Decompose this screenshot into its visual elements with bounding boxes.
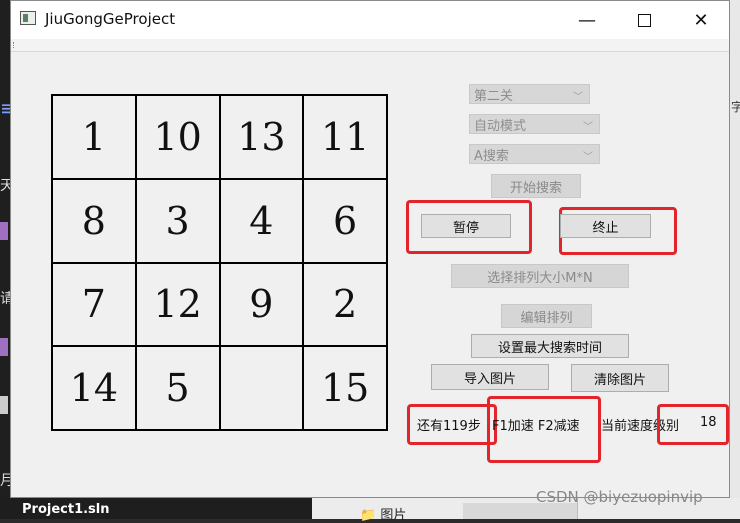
puzzle-tile[interactable]: 15 — [303, 346, 387, 430]
import-image-button[interactable]: 导入图片 — [431, 364, 549, 390]
level-select-value: 第二关 — [474, 88, 514, 104]
app-icon — [20, 11, 36, 25]
minimize-button[interactable]: — — [559, 1, 615, 39]
speed-level-value: 18 — [700, 415, 717, 430]
menu-bar — [11, 39, 729, 52]
start-search-button[interactable]: 开始搜索 — [491, 174, 581, 198]
chevron-down-icon: ﹀ — [573, 92, 583, 103]
steps-remaining-label: 还有119步 — [417, 419, 481, 434]
puzzle-tile[interactable]: 3 — [135, 178, 220, 263]
speed-keys-label: F1加速 F2减速 — [492, 419, 580, 434]
folder-label: 图片 — [380, 508, 407, 523]
close-icon: ✕ — [693, 9, 709, 31]
puzzle-tile[interactable]: 6 — [303, 178, 387, 263]
maximize-button[interactable] — [616, 1, 672, 39]
puzzle-tile[interactable]: 14 — [52, 346, 136, 430]
puzzle-grid: 1 10 13 11 8 3 4 6 7 12 9 2 14 5 15 — [51, 94, 388, 431]
mode-select[interactable]: 自动模式 ﹀ — [469, 114, 600, 134]
puzzle-tile[interactable]: 1 — [52, 95, 136, 179]
watermark: CSDN @biyezuopinvip — [536, 488, 703, 506]
set-max-search-time-button[interactable]: 设置最大搜索时间 — [471, 334, 629, 358]
pause-button[interactable]: 暂停 — [421, 214, 511, 238]
window-title: JiuGongGeProject — [45, 10, 176, 28]
folder-item-label[interactable]: 📁 图片 — [360, 504, 406, 523]
stop-button[interactable]: 终止 — [560, 214, 651, 238]
chevron-down-icon: ﹀ — [583, 122, 593, 133]
highlight-box — [657, 404, 729, 445]
puzzle-tile[interactable]: 7 — [52, 262, 136, 347]
background-square — [0, 338, 8, 356]
background-right-strip — [730, 0, 740, 519]
puzzle-tile[interactable]: 4 — [219, 178, 304, 263]
chevron-down-icon: ﹀ — [583, 152, 593, 163]
clear-image-button[interactable]: 清除图片 — [571, 364, 669, 392]
background-glyph: 字 — [731, 100, 740, 114]
background-left-strip — [0, 0, 10, 519]
algorithm-select-value: A搜索 — [474, 148, 509, 164]
level-select[interactable]: 第二关 ﹀ — [469, 84, 590, 104]
puzzle-tile[interactable]: 12 — [135, 262, 220, 347]
puzzle-tile-empty[interactable] — [219, 346, 304, 430]
title-bar[interactable]: JiuGongGeProject — ✕ — [11, 1, 729, 39]
menu-grip-icon — [13, 42, 18, 48]
puzzle-tile[interactable]: 5 — [135, 346, 220, 430]
close-button[interactable]: ✕ — [673, 1, 729, 39]
taskbar-item-label: Project1.sln — [22, 502, 110, 517]
minimize-icon: — — [578, 9, 596, 31]
puzzle-tile[interactable]: 2 — [303, 262, 387, 347]
puzzle-tile[interactable]: 11 — [303, 95, 387, 179]
puzzle-tile[interactable]: 8 — [52, 178, 136, 263]
choose-size-button[interactable]: 选择排列大小M*N — [451, 264, 629, 288]
puzzle-tile[interactable]: 9 — [219, 262, 304, 347]
puzzle-tile[interactable]: 10 — [135, 95, 220, 179]
background-square — [0, 396, 8, 414]
background-square — [0, 222, 8, 240]
edit-arrangement-button[interactable]: 编辑排列 — [501, 304, 592, 328]
puzzle-tile[interactable]: 13 — [219, 95, 304, 179]
algorithm-select[interactable]: A搜索 ﹀ — [469, 144, 600, 164]
mode-select-value: 自动模式 — [474, 118, 527, 134]
maximize-icon — [637, 13, 651, 27]
app-window: JiuGongGeProject — ✕ 1 10 13 11 8 3 4 6 … — [10, 0, 730, 498]
